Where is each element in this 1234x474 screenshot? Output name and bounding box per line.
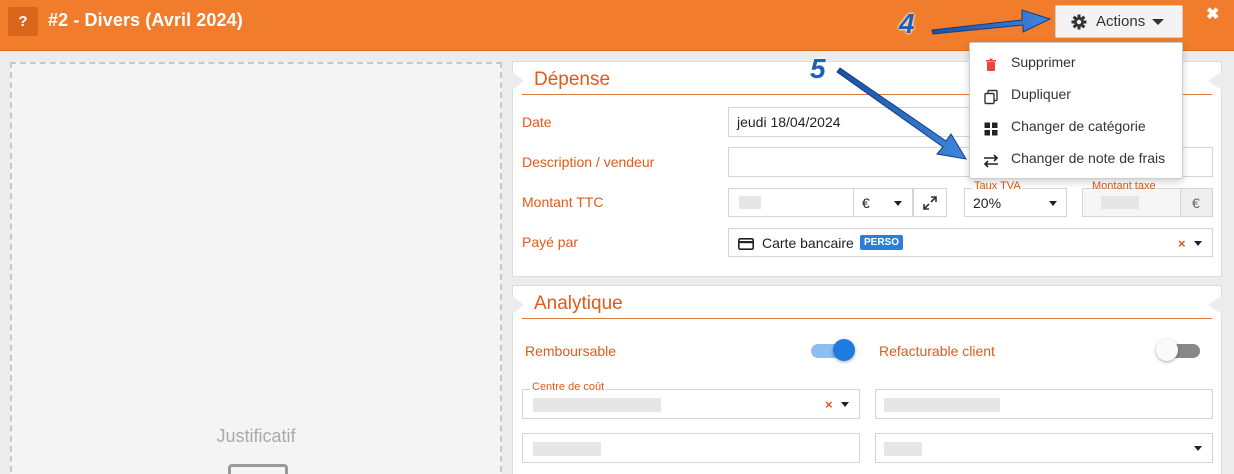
expand-icon <box>923 196 937 210</box>
redacted-value <box>533 442 601 456</box>
redacted-value <box>533 398 661 412</box>
modal-title: #2 - Divers (Avril 2024) <box>48 10 243 30</box>
menu-item-label: Dupliquer <box>1011 86 1071 102</box>
gear-icon <box>1071 14 1087 30</box>
menu-item-changer-categorie[interactable]: Changer de catégorie <box>970 112 1182 144</box>
date-field[interactable]: jeudi 18/04/2024 <box>728 107 973 137</box>
remboursable-toggle[interactable] <box>809 338 855 361</box>
panel-notch-left <box>512 296 524 314</box>
chevron-down-icon <box>1152 19 1164 25</box>
redacted-value <box>1101 196 1139 209</box>
taux-tva-label: Taux TVA <box>972 180 1023 192</box>
panel-notch-right <box>1208 296 1222 314</box>
montant-taxe-field <box>1082 188 1181 217</box>
redacted-value <box>884 398 1000 412</box>
panel-notch-right <box>1208 72 1222 90</box>
help-button[interactable]: ? <box>8 7 38 36</box>
montant-taxe-unit-label: € <box>1192 195 1200 211</box>
centre-cout-label: Centre de coût <box>530 381 607 393</box>
refacturable-label: Refacturable client <box>879 343 995 359</box>
toggle-knob <box>833 339 855 361</box>
depense-title: Dépense <box>534 69 611 90</box>
analytique-title: Analytique <box>534 293 623 314</box>
chevron-down-icon <box>1049 201 1057 206</box>
currency-value: € <box>862 195 870 211</box>
clear-icon[interactable]: × <box>825 397 833 412</box>
centre-cout-select[interactable]: × <box>522 389 860 419</box>
justificatif-dropzone[interactable]: Justificatif <box>10 62 502 474</box>
justificatif-label: Justificatif <box>216 426 296 446</box>
actions-button[interactable]: Actions <box>1055 5 1183 38</box>
menu-item-dupliquer[interactable]: Dupliquer <box>970 80 1182 112</box>
taux-tva-select[interactable]: 20% <box>964 188 1067 217</box>
date-value: jeudi 18/04/2024 <box>737 114 841 130</box>
chevron-down-icon <box>1194 446 1202 451</box>
annotation-number-5: 5 <box>810 53 826 84</box>
analytique-field-3[interactable] <box>522 433 860 463</box>
montant-taxe-unit: € <box>1180 188 1213 217</box>
chevron-down-icon <box>1194 241 1202 246</box>
menu-item-supprimer[interactable]: Supprimer <box>970 48 1182 80</box>
panel-notch-left <box>512 72 524 90</box>
actions-menu: Supprimer Dupliquer Changer de catégorie… <box>969 42 1183 179</box>
redacted-value <box>884 442 922 456</box>
close-icon[interactable]: ✖ <box>1206 4 1219 24</box>
expand-button[interactable] <box>913 188 947 217</box>
montant-taxe-label: Montant taxe <box>1092 180 1156 192</box>
date-label: Date <box>522 114 552 130</box>
actions-button-label: Actions <box>1096 13 1146 30</box>
menu-item-changer-note-de-frais[interactable]: Changer de note de frais <box>970 144 1182 176</box>
analytique-select-4[interactable] <box>875 433 1213 463</box>
upload-icon <box>228 464 288 474</box>
paye-par-label: Payé par <box>522 234 579 250</box>
swap-arrows-icon <box>983 154 999 168</box>
montant-label: Montant TTC <box>522 194 604 210</box>
annotation-number-4: 4 <box>899 8 915 39</box>
perso-badge: PERSO <box>860 235 904 250</box>
remboursable-label: Remboursable <box>525 343 617 359</box>
redacted-value <box>739 196 761 209</box>
menu-item-label: Supprimer <box>1011 54 1076 70</box>
trash-icon <box>986 58 996 71</box>
grid-icon <box>984 122 998 136</box>
chevron-down-icon <box>894 201 902 206</box>
description-label: Description / vendeur <box>522 154 655 170</box>
toggle-knob <box>1156 339 1178 361</box>
duplicate-icon <box>984 89 998 105</box>
taux-tva-value: 20% <box>973 195 1002 211</box>
menu-item-label: Changer de catégorie <box>1011 118 1146 134</box>
montant-input[interactable] <box>728 188 854 217</box>
analytique-panel: Analytique Remboursable Refacturable cli… <box>512 285 1222 474</box>
clear-icon[interactable]: × <box>1178 236 1186 251</box>
chevron-down-icon <box>841 402 849 407</box>
paye-par-value: Carte bancaire <box>762 235 854 251</box>
refacturable-toggle[interactable] <box>1156 338 1202 361</box>
credit-card-icon <box>738 238 754 250</box>
currency-select[interactable]: € <box>853 188 913 217</box>
menu-item-label: Changer de note de frais <box>1011 150 1166 166</box>
analytique-field-2[interactable] <box>875 389 1213 419</box>
paye-par-select[interactable]: Carte bancaire PERSO × <box>728 228 1213 257</box>
divider <box>522 318 1212 319</box>
